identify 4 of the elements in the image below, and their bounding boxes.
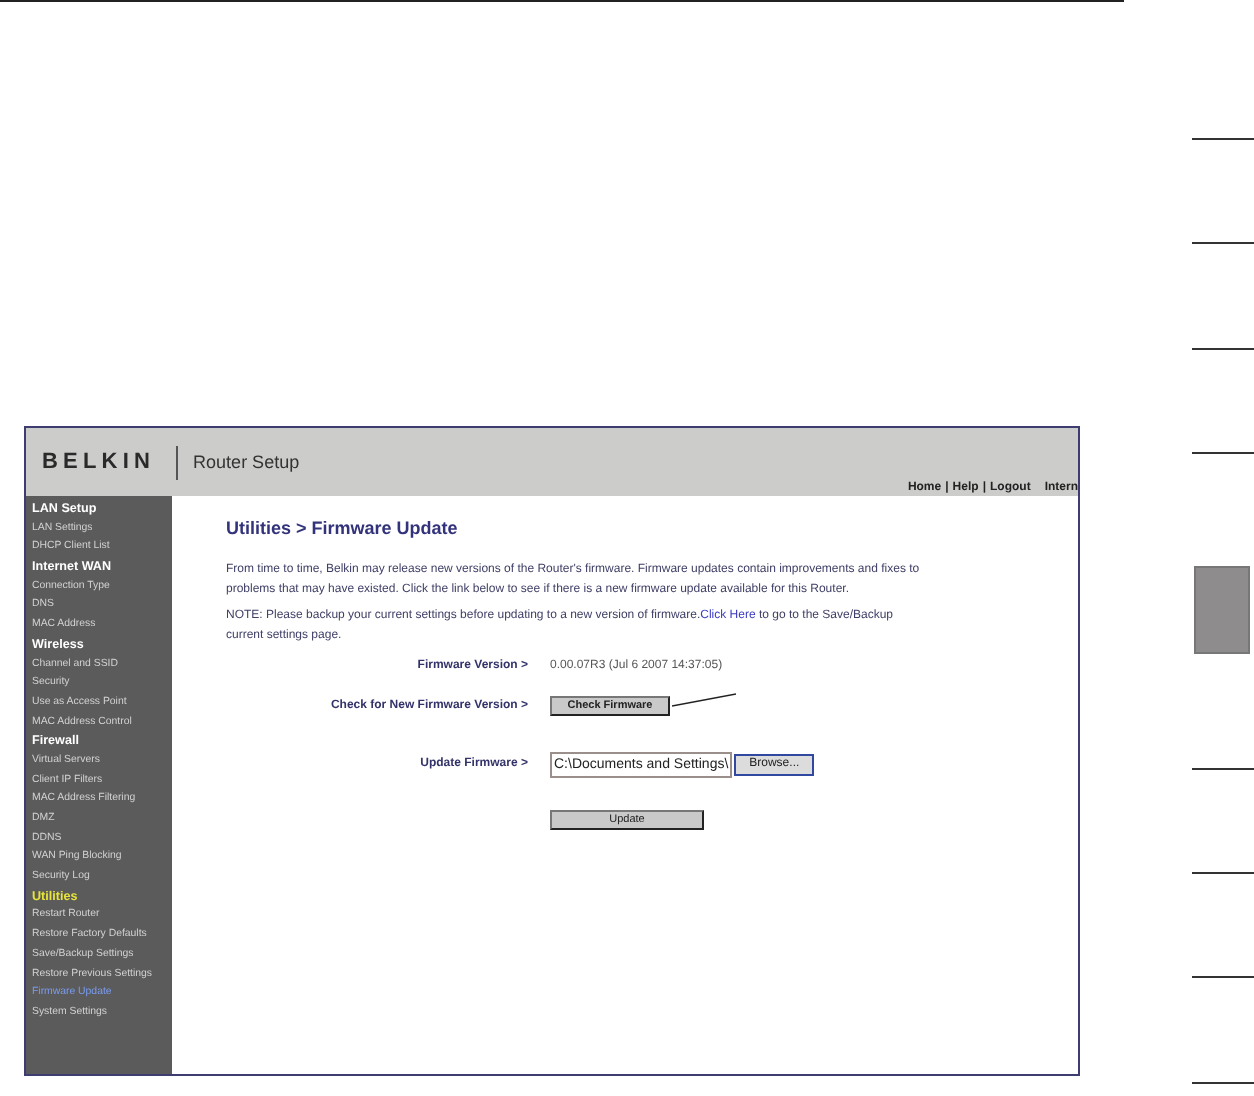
logo: BELKIN [42,450,156,474]
page-title: Utilities > Firmware Update [226,518,460,538]
leader-line [672,692,736,708]
app-title: Router Setup [193,452,300,472]
